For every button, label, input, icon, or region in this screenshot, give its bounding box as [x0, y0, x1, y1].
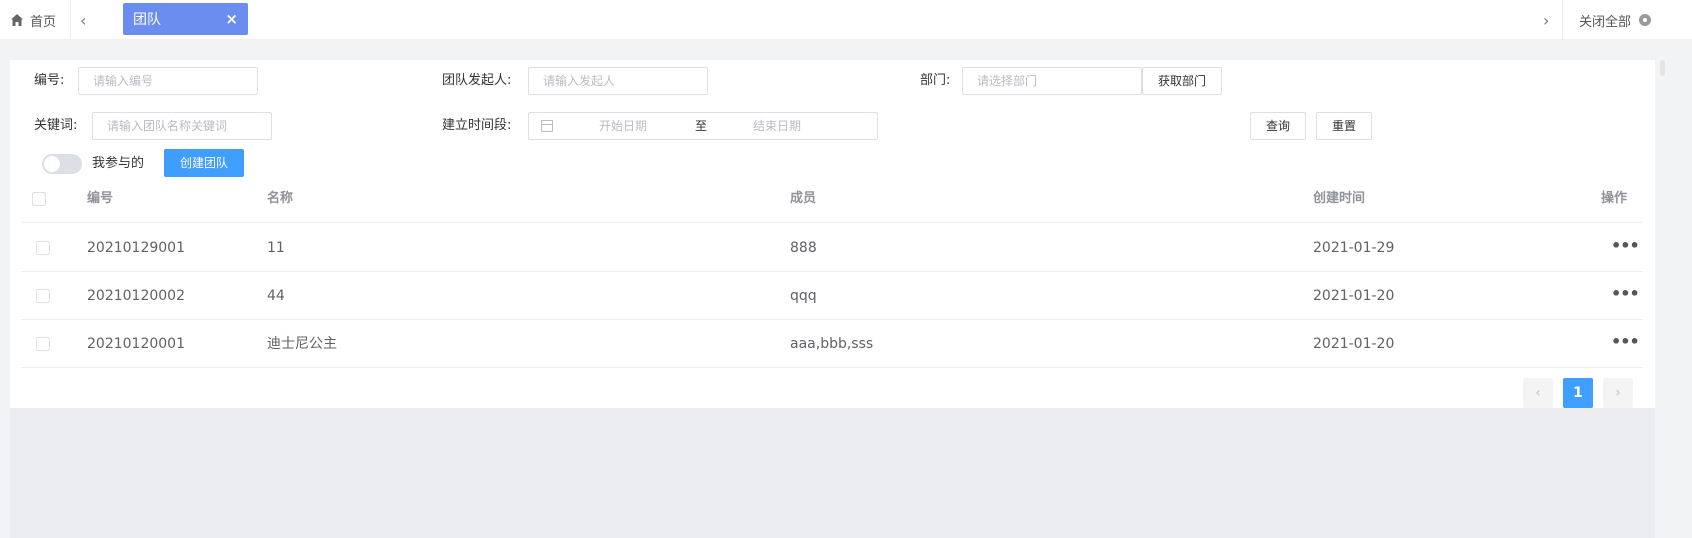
- table-row[interactable]: 20210129001 11 888 2021-01-29 •••: [21, 224, 1643, 272]
- more-icon[interactable]: •••: [1611, 320, 1640, 368]
- initiator-label: 团队发起人:: [442, 73, 512, 88]
- more-icon[interactable]: •••: [1611, 272, 1640, 320]
- keyword-input[interactable]: 请输入团队名称关键词: [92, 112, 272, 140]
- tab-bar: 首页 ‹ 团队 × › 关闭全部: [0, 0, 1692, 40]
- reset-button[interactable]: 重置: [1316, 112, 1372, 140]
- dept-label: 部门:: [920, 73, 951, 88]
- row-checkbox[interactable]: [36, 241, 50, 255]
- col-members: 成员: [790, 191, 817, 206]
- cell-code: 20210120001: [87, 336, 185, 352]
- end-date-input[interactable]: 结束日期: [753, 113, 801, 139]
- cell-created: 2021-01-29: [1313, 240, 1395, 256]
- get-dept-button[interactable]: 获取部门: [1142, 67, 1222, 95]
- gear-icon[interactable]: [1639, 14, 1652, 26]
- query-button[interactable]: 查询: [1250, 112, 1306, 140]
- cell-created: 2021-01-20: [1313, 336, 1395, 352]
- tabs-next-icon[interactable]: ›: [1543, 0, 1549, 40]
- cell-code: 20210129001: [87, 240, 185, 256]
- home-tab-label: 首页: [30, 14, 57, 30]
- cell-code: 20210120002: [87, 288, 185, 304]
- close-icon[interactable]: ×: [225, 10, 238, 28]
- close-all-button[interactable]: 关闭全部: [1579, 0, 1652, 40]
- code-input[interactable]: 请输入编号: [78, 67, 258, 95]
- cell-created: 2021-01-20: [1313, 288, 1395, 304]
- table-row[interactable]: 20210120002 44 qqq 2021-01-20 •••: [21, 272, 1643, 320]
- mine-toggle[interactable]: [42, 154, 82, 174]
- divider: [1562, 0, 1563, 40]
- cell-name: 11: [267, 240, 285, 256]
- page-next-button[interactable]: ›: [1603, 378, 1633, 408]
- date-range-picker[interactable]: 开始日期 至 结束日期: [528, 112, 878, 140]
- cell-members: 888: [790, 240, 817, 256]
- tab-team-label: 团队: [133, 12, 161, 28]
- more-icon[interactable]: •••: [1611, 224, 1640, 272]
- mine-toggle-label: 我参与的: [92, 156, 145, 171]
- col-created: 创建时间: [1313, 191, 1366, 206]
- select-all-checkbox[interactable]: [32, 192, 46, 206]
- page-prev-button[interactable]: ‹: [1523, 378, 1553, 408]
- table-row[interactable]: 20210120001 迪士尼公主 aaa,bbb,sss 2021-01-20…: [21, 320, 1643, 368]
- close-all-label: 关闭全部: [1579, 14, 1632, 30]
- main-panel: 编号: 请输入编号 团队发起人: 请输入发起人 部门: 请选择部门 获取部门 关…: [10, 60, 1655, 408]
- cell-name: 迪士尼公主: [267, 336, 337, 352]
- divider: [70, 0, 71, 40]
- home-icon: [11, 14, 23, 26]
- start-date-input[interactable]: 开始日期: [599, 113, 647, 139]
- row-checkbox[interactable]: [36, 289, 50, 303]
- page-1-button[interactable]: 1: [1563, 378, 1593, 408]
- tabs-prev-icon[interactable]: ‹: [80, 0, 86, 40]
- cell-name: 44: [267, 288, 285, 304]
- col-actions: 操作: [1601, 191, 1628, 206]
- col-code: 编号: [87, 191, 114, 206]
- col-name: 名称: [267, 191, 294, 206]
- initiator-input[interactable]: 请输入发起人: [528, 67, 708, 95]
- range-separator: 至: [695, 119, 708, 133]
- scrollbar[interactable]: [1660, 60, 1665, 76]
- row-checkbox[interactable]: [36, 337, 50, 351]
- toggle-knob: [44, 156, 60, 172]
- empty-content-area: [10, 408, 1655, 538]
- create-team-button[interactable]: 创建团队: [164, 149, 244, 177]
- home-tab[interactable]: 首页: [10, 0, 56, 40]
- period-label: 建立时间段:: [442, 118, 512, 133]
- calendar-icon: [541, 120, 553, 132]
- keyword-label: 关键词:: [34, 118, 78, 133]
- cell-members: qqq: [790, 288, 817, 304]
- dept-select[interactable]: 请选择部门: [962, 67, 1142, 95]
- code-label: 编号:: [34, 73, 65, 88]
- table-header: 编号 名称 成员 创建时间 操作: [21, 175, 1643, 223]
- cell-members: aaa,bbb,sss: [790, 336, 874, 352]
- tab-team[interactable]: 团队 ×: [123, 3, 248, 35]
